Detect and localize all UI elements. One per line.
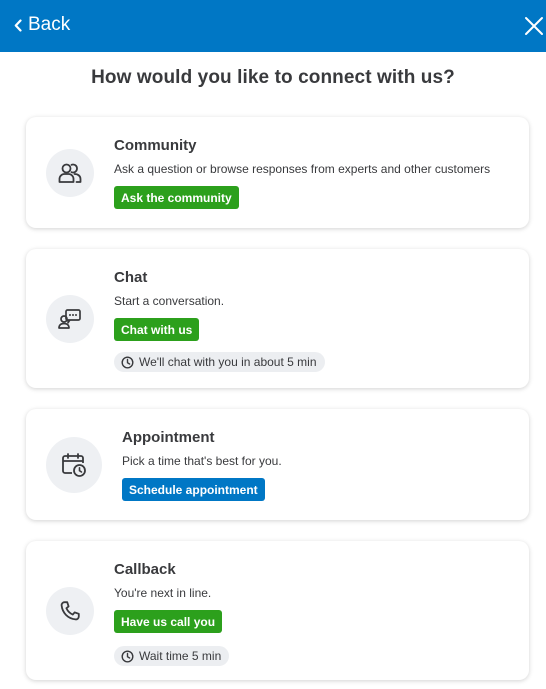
clock-icon — [121, 355, 134, 369]
callback-wait-badge: Wait time 5 min — [114, 646, 230, 666]
appointment-icon-badge — [46, 437, 102, 493]
clock-icon — [121, 649, 134, 663]
close-icon — [525, 17, 543, 35]
chevron-left-icon — [14, 18, 22, 32]
back-button[interactable]: Back — [14, 13, 70, 37]
callback-icon-badge — [46, 587, 94, 635]
callback-wait-text: Wait time 5 min — [139, 649, 222, 663]
chat-title: Chat — [114, 269, 148, 286]
ask-community-button[interactable]: Ask the community — [114, 186, 239, 209]
callback-card: Callback You're next in line. Have us ca… — [26, 541, 529, 680]
appointment-title: Appointment — [122, 429, 215, 446]
calendar-clock-icon — [62, 453, 86, 477]
community-icon-badge — [46, 149, 94, 197]
callback-title: Callback — [114, 561, 176, 578]
have-us-call-you-button[interactable]: Have us call you — [114, 610, 223, 633]
chat-wait-badge: We'll chat with you in about 5 min — [114, 352, 325, 372]
chat-icon-badge — [46, 295, 94, 343]
chat-card: Chat Start a conversation. Chat with us … — [26, 249, 529, 388]
phone-icon — [60, 601, 80, 621]
people-icon — [58, 163, 82, 183]
chat-icon — [58, 309, 81, 329]
header-bar: Back — [0, 0, 546, 52]
page-title: How would you like to connect with us? — [91, 67, 455, 88]
close-button[interactable] — [522, 14, 546, 38]
chat-description: Start a conversation. — [114, 294, 225, 308]
callback-description: You're next in line. — [114, 586, 212, 600]
appointment-card: Appointment Pick a time that's best for … — [26, 409, 529, 520]
community-description: Ask a question or browse responses from … — [114, 162, 491, 176]
community-card: Community Ask a question or browse respo… — [26, 117, 529, 228]
community-title: Community — [114, 137, 197, 154]
chat-with-us-button[interactable]: Chat with us — [114, 318, 200, 341]
appointment-description: Pick a time that's best for you. — [122, 454, 282, 468]
schedule-appointment-button[interactable]: Schedule appointment — [122, 478, 265, 501]
back-label: Back — [28, 14, 71, 35]
chat-wait-text: We'll chat with you in about 5 min — [139, 355, 317, 369]
